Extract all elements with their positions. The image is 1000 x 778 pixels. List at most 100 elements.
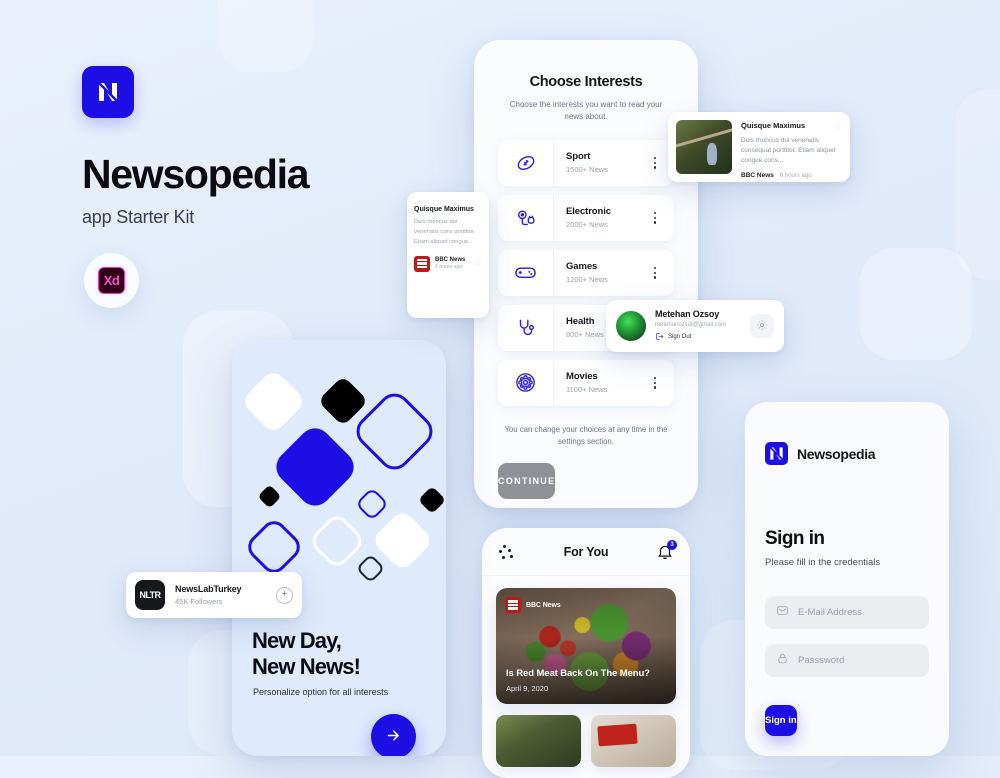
onboarding-next-button[interactable] xyxy=(371,714,416,756)
news-source: BBC News xyxy=(435,257,466,264)
bg-shape-6 xyxy=(955,90,1000,280)
hero-source-name: BBC News xyxy=(526,601,561,609)
interest-row-sport[interactable]: Sport 1500+ News xyxy=(498,139,674,186)
email-field[interactable]: E-Mail Address xyxy=(765,596,929,629)
hero-source-chip: BBC News xyxy=(505,597,561,613)
mail-icon xyxy=(776,604,789,622)
news-description: Duis rhoncus dui venenatis cons porttito… xyxy=(414,219,476,245)
hero-title: Is Red Meat Back On The Menu? xyxy=(506,668,650,679)
onboarding-subtitle: Personalize option for all interests xyxy=(253,687,389,697)
profile-body: Metehan Ozsoy metehanozsot@gmail.com Sig… xyxy=(655,309,741,343)
news-card-wide[interactable]: Quisque Maximus ☆ Duis rhoncus dui venen… xyxy=(668,112,850,182)
sign-in-panel: Newsopedia Sign in Please fill in the cr… xyxy=(745,402,949,756)
diamond-black-3 xyxy=(417,485,446,515)
stethoscope-icon xyxy=(498,304,554,351)
signin-heading: Sign in xyxy=(765,528,825,549)
interest-text: Movies 1100+ News xyxy=(554,371,644,394)
signin-subheading: Please fill in the credentials xyxy=(765,557,881,568)
plug-icon xyxy=(498,194,554,241)
onboarding-heading: New Day, New News! xyxy=(252,628,361,680)
hero-date: April 9, 2020 xyxy=(506,684,549,693)
sign-in-button[interactable]: Sign in xyxy=(765,705,797,736)
news-time: 2 hours ago xyxy=(435,264,463,271)
password-placeholder: Passsword xyxy=(798,655,845,666)
news-tile[interactable] xyxy=(591,715,676,767)
interest-text: Games 1200+ News xyxy=(554,261,644,284)
bbc-news-logo-icon xyxy=(505,597,521,613)
onboarding-heading-line1: New Day, xyxy=(252,628,342,653)
diamond-black-2 xyxy=(257,484,282,509)
film-reel-icon xyxy=(498,359,554,406)
signin-brand-name: Newsopedia xyxy=(797,445,876,462)
publisher-followers: 45K Followers xyxy=(175,597,223,606)
sign-out-label: Sign Out xyxy=(668,334,692,341)
email-placeholder: E-Mail Address xyxy=(798,607,862,618)
plus-icon[interactable]: + xyxy=(276,586,293,604)
interest-count: 1500+ News xyxy=(566,165,608,175)
choose-interests-screen: Choose Interests Choose the interests yo… xyxy=(474,40,698,508)
bg-shape-4 xyxy=(860,248,972,360)
xd-tool-badge: Xd xyxy=(84,253,139,308)
brand-subtitle: app Starter Kit xyxy=(82,207,195,227)
profile-email: metehanozsot@gmail.com xyxy=(655,321,727,328)
continue-button[interactable]: CONTINUE xyxy=(498,462,556,499)
bg-shape-1 xyxy=(218,0,314,72)
profile-card: Metehan Ozsoy metehanozsot@gmail.com Sig… xyxy=(606,300,784,352)
interest-overflow-menu-icon[interactable] xyxy=(644,157,666,169)
news-source: BBC News xyxy=(741,172,774,180)
brand-block: Newsopedia app Starter Kit xyxy=(82,66,310,228)
news-thumb-magazine xyxy=(591,715,676,767)
password-field[interactable]: Passsword xyxy=(765,644,929,677)
diamond-outline-white-1 xyxy=(307,511,367,571)
diamond-outline-dark-1 xyxy=(355,553,386,584)
for-you-screen: For You 3 BBC News Is Red Meat Back On T… xyxy=(482,528,690,778)
interest-list: Sport 1500+ News Electronic 2000+ News G… xyxy=(498,139,674,406)
scatter-dots-icon[interactable] xyxy=(498,543,516,561)
diamond-blue-filled xyxy=(269,421,361,513)
profile-name: Metehan Ozsoy xyxy=(655,309,720,320)
news-title: Quisque Maximus xyxy=(741,121,806,130)
publisher-body: NewsLabTurkey 45K Followers xyxy=(175,584,266,606)
for-you-header: For You 3 xyxy=(482,528,690,576)
interest-row-movies[interactable]: Movies 1100+ News xyxy=(498,359,674,406)
notification-badge: 3 xyxy=(666,540,677,550)
news-meta: BBC News 6 hours ago xyxy=(741,172,842,179)
signout-icon xyxy=(655,332,664,343)
for-you-body: BBC News Is Red Meat Back On The Menu? A… xyxy=(482,576,690,767)
interest-row-games[interactable]: Games 1200+ News xyxy=(498,249,674,296)
bbc-news-logo-icon xyxy=(414,255,430,272)
interest-text: Electronic 2000+ News xyxy=(554,206,644,229)
news-title: Quisque Maximus xyxy=(414,206,474,213)
publisher-card[interactable]: NLTR NewsLabTurkey 45K Followers + xyxy=(126,572,302,618)
interest-overflow-menu-icon[interactable] xyxy=(644,212,666,224)
interest-overflow-menu-icon[interactable] xyxy=(644,377,666,389)
interest-overflow-menu-icon[interactable] xyxy=(644,267,666,279)
football-icon xyxy=(498,139,554,186)
bell-icon[interactable]: 3 xyxy=(656,540,677,561)
gamepad-icon xyxy=(498,249,554,296)
news-card-tall[interactable]: Quisque Maximus Duis rhoncus dui venenat… xyxy=(407,192,489,318)
news-card-body: Quisque Maximus ☆ Duis rhoncus dui venen… xyxy=(741,120,842,179)
diamond-artwork xyxy=(232,340,446,584)
interest-name: Sport xyxy=(566,151,591,163)
lock-icon xyxy=(776,652,789,670)
interest-count: 1200+ News xyxy=(566,275,608,285)
onboarding-screen: New Day, New News! Personalize option fo… xyxy=(232,340,446,756)
interests-note: You can change your choices at any time … xyxy=(504,424,668,447)
diamond-outline-blue-2 xyxy=(355,487,389,521)
gear-icon xyxy=(756,319,768,334)
settings-button[interactable] xyxy=(750,314,774,338)
newsopedia-n-logo-icon xyxy=(82,66,134,118)
onboarding-heading-line2: New News! xyxy=(252,653,361,679)
star-outline-icon[interactable]: ☆ xyxy=(474,258,482,269)
interest-count: 1100+ News xyxy=(566,385,608,395)
sign-out-button[interactable]: Sign Out xyxy=(655,332,741,343)
hero-news-card[interactable]: BBC News Is Red Meat Back On The Menu? A… xyxy=(496,588,676,704)
news-thumb-forest xyxy=(496,715,581,767)
news-tile[interactable] xyxy=(496,715,581,767)
interest-row-electronic[interactable]: Electronic 2000+ News xyxy=(498,194,674,241)
star-outline-icon[interactable]: ☆ xyxy=(833,121,842,132)
news-meta: BBC News 2 hours ago ☆ xyxy=(414,255,482,272)
interests-title: Choose Interests xyxy=(529,74,643,90)
news-thumbnail xyxy=(676,120,732,174)
